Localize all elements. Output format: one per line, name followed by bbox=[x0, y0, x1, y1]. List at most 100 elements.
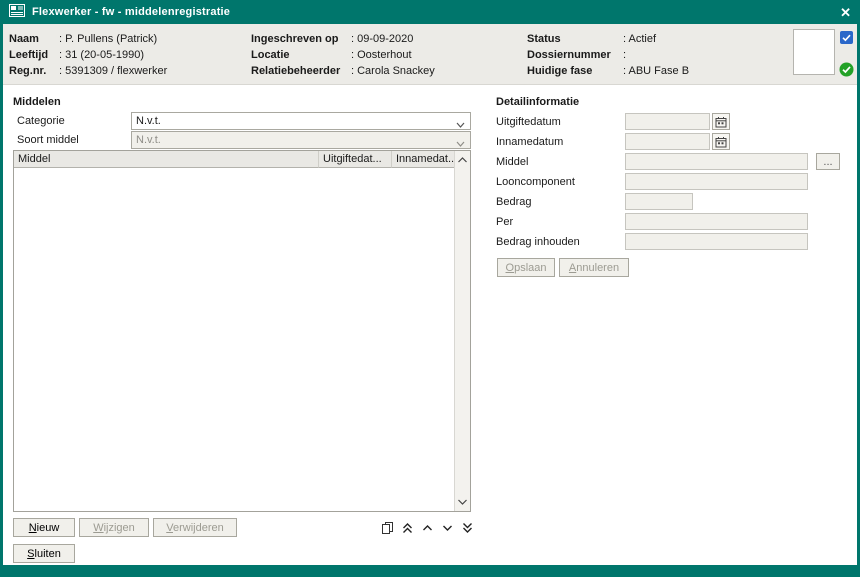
field-huidige-fase: Huidige fase: ABU Fase B bbox=[527, 63, 689, 79]
scrollbar-down-icon[interactable] bbox=[455, 494, 470, 510]
field-dossiernummer-value: : bbox=[623, 49, 626, 61]
categorie-selected-value: N.v.t. bbox=[136, 115, 161, 127]
window-body: Naam: P. Pullens (Patrick) Leeftijd: 31 … bbox=[3, 24, 857, 565]
column-header-innamedatum[interactable]: Innamedat... bbox=[392, 151, 454, 168]
sluiten-button-label: Sluiten bbox=[27, 548, 61, 560]
photo-placeholder bbox=[793, 29, 835, 75]
field-naam-value: : P. Pullens (Patrick) bbox=[59, 33, 157, 45]
calendar-icon[interactable] bbox=[712, 113, 730, 130]
header-checkbox[interactable] bbox=[840, 31, 853, 44]
header-column-3: Status: Actief Dossiernummer: Huidige fa… bbox=[527, 31, 689, 79]
uitgiftedatum-label: Uitgiftedatum bbox=[496, 116, 625, 128]
field-leeftijd-label: Leeftijd bbox=[9, 47, 59, 63]
bedrag-row: Bedrag bbox=[496, 193, 693, 210]
field-locatie: Locatie: Oosterhout bbox=[251, 47, 435, 63]
nieuw-button[interactable]: Nieuw bbox=[13, 518, 75, 537]
annuleren-button-label: Annuleren bbox=[569, 262, 619, 274]
uitgiftedatum-input[interactable] bbox=[625, 113, 710, 130]
looncomponent-row: Looncomponent bbox=[496, 173, 808, 190]
field-regnr-value: : 5391309 / flexwerker bbox=[59, 65, 167, 77]
field-locatie-value: : Oosterhout bbox=[351, 49, 412, 61]
scrollbar-up-icon[interactable] bbox=[455, 152, 470, 168]
title-bar: Flexwerker - fw - middelenregistratie ✕ bbox=[0, 0, 860, 24]
wijzigen-button-label: Wijzigen bbox=[93, 522, 135, 534]
opslaan-button-label: Opslaan bbox=[506, 262, 547, 274]
soort-middel-label: Soort middel bbox=[17, 134, 131, 146]
field-dossiernummer-label: Dossiernummer bbox=[527, 47, 623, 63]
column-header-uitgiftedatum[interactable]: Uitgiftedat... bbox=[319, 151, 392, 168]
opslaan-button[interactable]: Opslaan bbox=[497, 258, 555, 277]
middel-input[interactable] bbox=[625, 153, 808, 170]
move-up-icon[interactable] bbox=[419, 520, 435, 536]
field-relatiebeheerder-value: : Carola Snackey bbox=[351, 65, 435, 77]
wijzigen-button[interactable]: Wijzigen bbox=[79, 518, 149, 537]
detail-section-title: Detailinformatie bbox=[496, 96, 579, 108]
uitgiftedatum-row: Uitgiftedatum bbox=[496, 113, 730, 130]
categorie-select[interactable]: N.v.t. bbox=[131, 112, 471, 130]
bedrag-input[interactable] bbox=[625, 193, 693, 210]
vertical-scrollbar[interactable] bbox=[454, 151, 470, 511]
close-icon[interactable]: ✕ bbox=[840, 6, 851, 19]
field-regnr: Reg.nr.: 5391309 / flexwerker bbox=[9, 63, 167, 79]
soort-middel-select[interactable]: N.v.t. bbox=[131, 131, 471, 149]
status-ok-icon bbox=[839, 62, 854, 77]
middelen-table-header: Middel Uitgiftedat... Innamedat... bbox=[14, 151, 454, 168]
middel-label: Middel bbox=[496, 156, 625, 168]
innamedatum-input[interactable] bbox=[625, 133, 710, 150]
bedrag-label: Bedrag bbox=[496, 196, 625, 208]
field-ingeschreven: Ingeschreven op: 09-09-2020 bbox=[251, 31, 435, 47]
bedrag-inhouden-input[interactable] bbox=[625, 233, 808, 250]
move-top-icon[interactable] bbox=[399, 520, 415, 536]
app-window: Flexwerker - fw - middelenregistratie ✕ … bbox=[0, 0, 860, 577]
field-naam-label: Naam bbox=[9, 31, 59, 47]
field-relatiebeheerder: Relatiebeheerder: Carola Snackey bbox=[251, 63, 435, 79]
field-regnr-label: Reg.nr. bbox=[9, 63, 59, 79]
calendar-icon[interactable] bbox=[712, 133, 730, 150]
field-relatiebeheerder-label: Relatiebeheerder bbox=[251, 63, 351, 79]
bedrag-inhouden-row: Bedrag inhouden bbox=[496, 233, 808, 250]
move-down-icon[interactable] bbox=[439, 520, 455, 536]
field-status: Status: Actief bbox=[527, 31, 689, 47]
verwijderen-button-label: Verwijderen bbox=[166, 522, 223, 534]
categorie-row: Categorie N.v.t. bbox=[17, 112, 471, 130]
middelen-section-title: Middelen bbox=[13, 96, 61, 108]
field-status-value: : Actief bbox=[623, 33, 656, 45]
header-column-2: Ingeschreven op: 09-09-2020 Locatie: Oos… bbox=[251, 31, 435, 79]
main-content: Middelen Categorie N.v.t. Soort middel N… bbox=[3, 86, 857, 565]
header-column-1: Naam: P. Pullens (Patrick) Leeftijd: 31 … bbox=[9, 31, 167, 79]
field-ingeschreven-value: : 09-09-2020 bbox=[351, 33, 413, 45]
field-naam: Naam: P. Pullens (Patrick) bbox=[9, 31, 167, 47]
person-header: Naam: P. Pullens (Patrick) Leeftijd: 31 … bbox=[3, 24, 857, 85]
field-locatie-label: Locatie bbox=[251, 47, 351, 63]
nieuw-button-label: Nieuw bbox=[29, 522, 60, 534]
field-leeftijd: Leeftijd: 31 (20-05-1990) bbox=[9, 47, 167, 63]
field-dossiernummer: Dossiernummer: bbox=[527, 47, 689, 63]
looncomponent-input[interactable] bbox=[625, 173, 808, 190]
browse-button[interactable]: ... bbox=[816, 153, 840, 170]
column-header-middel[interactable]: Middel bbox=[14, 151, 319, 168]
list-toolbar bbox=[379, 520, 475, 536]
annuleren-button[interactable]: Annuleren bbox=[559, 258, 629, 277]
chevron-down-icon bbox=[456, 138, 465, 150]
move-bottom-icon[interactable] bbox=[459, 520, 475, 536]
per-label: Per bbox=[496, 216, 625, 228]
middel-row: Middel ... bbox=[496, 153, 840, 170]
field-huidige-fase-value: : ABU Fase B bbox=[623, 65, 689, 77]
per-row: Per bbox=[496, 213, 808, 230]
field-huidige-fase-label: Huidige fase bbox=[527, 63, 623, 79]
detail-panel: Detailinformatie Uitgiftedatum bbox=[492, 86, 844, 565]
app-icon bbox=[9, 4, 25, 20]
sluiten-button[interactable]: Sluiten bbox=[13, 544, 75, 563]
bedrag-inhouden-label: Bedrag inhouden bbox=[496, 236, 625, 248]
field-status-label: Status bbox=[527, 31, 623, 47]
middelen-table: Middel Uitgiftedat... Innamedat... bbox=[13, 150, 471, 512]
field-leeftijd-value: : 31 (20-05-1990) bbox=[59, 49, 144, 61]
per-input[interactable] bbox=[625, 213, 808, 230]
chevron-down-icon bbox=[456, 119, 465, 131]
innamedatum-label: Innamedatum bbox=[496, 136, 625, 148]
soort-middel-selected-value: N.v.t. bbox=[136, 134, 161, 146]
field-ingeschreven-label: Ingeschreven op bbox=[251, 31, 351, 47]
copy-icon[interactable] bbox=[379, 520, 395, 536]
soort-middel-row: Soort middel N.v.t. bbox=[17, 131, 471, 149]
verwijderen-button[interactable]: Verwijderen bbox=[153, 518, 237, 537]
